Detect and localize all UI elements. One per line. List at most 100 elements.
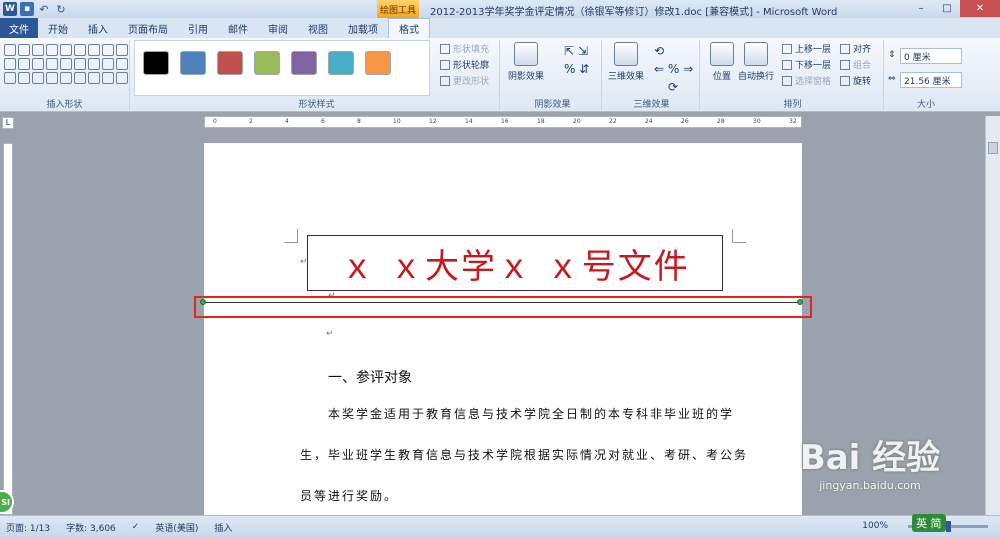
tab-file[interactable]: 文件 bbox=[0, 18, 38, 38]
group-label: 组合 bbox=[853, 61, 872, 71]
close-icon[interactable]: ✕ bbox=[960, 0, 1000, 17]
insert-shapes-group: 插入形状 bbox=[0, 40, 130, 110]
proofing-icon[interactable]: ✓ bbox=[132, 522, 140, 532]
page-count[interactable]: 页面: 1/13 bbox=[6, 521, 50, 534]
tab-view[interactable]: 视图 bbox=[298, 18, 338, 38]
nudge-shadow-icon[interactable]: ⇱ ⇲ bbox=[564, 44, 588, 58]
tab-review[interactable]: 审阅 bbox=[258, 18, 298, 38]
shape-style-swatch[interactable] bbox=[143, 51, 169, 75]
tab-page-layout[interactable]: 页面布局 bbox=[118, 18, 178, 38]
insert-mode[interactable]: 插入 bbox=[214, 521, 232, 534]
tab-mailings[interactable]: 邮件 bbox=[218, 18, 258, 38]
shape-icon[interactable] bbox=[18, 58, 30, 70]
shadow-toggle-icon[interactable]: % ⇵ bbox=[564, 62, 589, 76]
shape-icon[interactable] bbox=[18, 72, 30, 84]
shape-fill-button[interactable]: 形状填充 bbox=[440, 42, 489, 55]
tab-references[interactable]: 引用 bbox=[178, 18, 218, 38]
selection-pane-button[interactable]: 选择窗格 bbox=[782, 74, 831, 87]
align-button[interactable]: 对齐 bbox=[840, 42, 871, 55]
tilt-down-icon[interactable]: ⟳ bbox=[668, 80, 678, 94]
shape-icon[interactable] bbox=[60, 58, 72, 70]
shape-icon[interactable] bbox=[116, 44, 128, 56]
wrap-text-button[interactable]: 自动换行 bbox=[736, 42, 776, 82]
vertical-ruler[interactable] bbox=[3, 143, 13, 515]
shadow-effects-label: 阴影效果 bbox=[534, 100, 571, 110]
shape-icon[interactable] bbox=[46, 44, 58, 56]
shape-icon[interactable] bbox=[74, 58, 86, 70]
shape-icon[interactable] bbox=[102, 58, 114, 70]
shape-icon[interactable] bbox=[116, 72, 128, 84]
ime-indicator[interactable]: 英 简 bbox=[912, 514, 946, 532]
shape-icon[interactable] bbox=[32, 72, 44, 84]
scroll-thumb[interactable] bbox=[988, 142, 998, 154]
shape-icon[interactable] bbox=[116, 58, 128, 70]
pen-icon bbox=[440, 59, 450, 70]
shape-icon[interactable] bbox=[74, 44, 86, 56]
shape-gallery[interactable] bbox=[4, 44, 128, 84]
word-app-icon[interactable]: W bbox=[3, 2, 17, 16]
three-d-button[interactable]: 三维效果 bbox=[606, 42, 646, 82]
shape-icon[interactable] bbox=[88, 58, 100, 70]
ruler-tick: 14 bbox=[465, 118, 473, 125]
shape-icon[interactable] bbox=[102, 72, 114, 84]
send-backward-button[interactable]: 下移一层 bbox=[782, 58, 831, 71]
minimize-icon[interactable]: – bbox=[908, 0, 934, 17]
tab-addins[interactable]: 加载项 bbox=[338, 18, 388, 38]
tab-home[interactable]: 开始 bbox=[38, 18, 78, 38]
zoom-level[interactable]: 100% bbox=[862, 521, 888, 531]
title-text-box[interactable]: ｘ ｘ大学ｘ ｘ号文件 bbox=[307, 235, 723, 291]
shape-icon[interactable] bbox=[4, 72, 16, 84]
word-count[interactable]: 字数: 3,606 bbox=[66, 521, 116, 534]
shape-icon[interactable] bbox=[4, 58, 16, 70]
tilt-sides-icon[interactable]: ⇐ % ⇒ bbox=[654, 62, 693, 76]
width-icon: ⇔ bbox=[888, 74, 896, 84]
group-button[interactable]: 组合 bbox=[840, 58, 871, 71]
shape-style-swatch[interactable] bbox=[291, 51, 317, 75]
watermark-url: jingyan.baidu.com bbox=[819, 479, 921, 492]
width-input[interactable]: 21.56 厘米 bbox=[900, 72, 962, 88]
arrange-label: 排列 bbox=[783, 100, 802, 110]
shape-icon[interactable] bbox=[32, 58, 44, 70]
window-controls: – □ ✕ bbox=[908, 0, 1000, 17]
maximize-icon[interactable]: □ bbox=[934, 0, 960, 17]
save-icon[interactable]: ▪ bbox=[20, 2, 34, 16]
undo-icon[interactable]: ↶ bbox=[37, 2, 51, 16]
language-indicator[interactable]: 英语(美国) bbox=[155, 521, 198, 534]
vertical-scrollbar[interactable] bbox=[985, 116, 1000, 515]
shape-style-swatch[interactable] bbox=[328, 51, 354, 75]
tab-selector[interactable]: L bbox=[2, 117, 14, 129]
shape-style-swatch[interactable] bbox=[254, 51, 280, 75]
tab-format[interactable]: 格式 bbox=[388, 18, 430, 38]
shape-icon[interactable] bbox=[60, 72, 72, 84]
tab-insert[interactable]: 插入 bbox=[78, 18, 118, 38]
height-input[interactable]: 0 厘米 bbox=[900, 48, 962, 64]
shape-icon[interactable] bbox=[4, 44, 16, 56]
shape-style-swatch[interactable] bbox=[180, 51, 206, 75]
shape-icon[interactable] bbox=[74, 72, 86, 84]
shadow-icon bbox=[514, 42, 538, 66]
shadow-effects-button[interactable]: 阴影效果 bbox=[506, 42, 546, 82]
shape-style-swatch[interactable] bbox=[217, 51, 243, 75]
tilt-icon[interactable]: ⟲ bbox=[654, 44, 664, 58]
change-shape-button[interactable]: 更改形状 bbox=[440, 74, 489, 87]
shape-icon[interactable] bbox=[46, 58, 58, 70]
shape-icon[interactable] bbox=[32, 44, 44, 56]
shape-icon[interactable] bbox=[18, 44, 30, 56]
shape-outline-button[interactable]: 形状轮廓 bbox=[440, 58, 489, 71]
shape-icon[interactable] bbox=[60, 44, 72, 56]
three-d-label: 三维效果 bbox=[633, 100, 670, 110]
shape-icon[interactable] bbox=[46, 72, 58, 84]
redo-icon[interactable]: ↻ bbox=[54, 2, 68, 16]
bring-forward-button[interactable]: 上移一层 bbox=[782, 42, 831, 55]
document-page[interactable]: ↵ ｘ ｘ大学ｘ ｘ号文件 ↵ ↵ 一、参评对象 本奖学金适用于教育信息与技术学… bbox=[204, 143, 802, 515]
section-heading: 一、参评对象 bbox=[328, 370, 412, 386]
shape-icon[interactable] bbox=[88, 44, 100, 56]
ruler-tick: 22 bbox=[609, 118, 617, 125]
send-backward-label: 下移一层 bbox=[795, 61, 832, 71]
horizontal-ruler[interactable]: 0 2 4 6 8 10 12 14 16 18 20 22 24 26 28 30 32 bbox=[204, 116, 802, 128]
shape-style-swatch[interactable] bbox=[365, 51, 391, 75]
shape-icon[interactable] bbox=[102, 44, 114, 56]
shape-icon[interactable] bbox=[88, 72, 100, 84]
baidu-watermark: Bai 经验 jingyan.baidu.com bbox=[760, 430, 980, 492]
rotate-button[interactable]: 旋转 bbox=[840, 74, 871, 87]
